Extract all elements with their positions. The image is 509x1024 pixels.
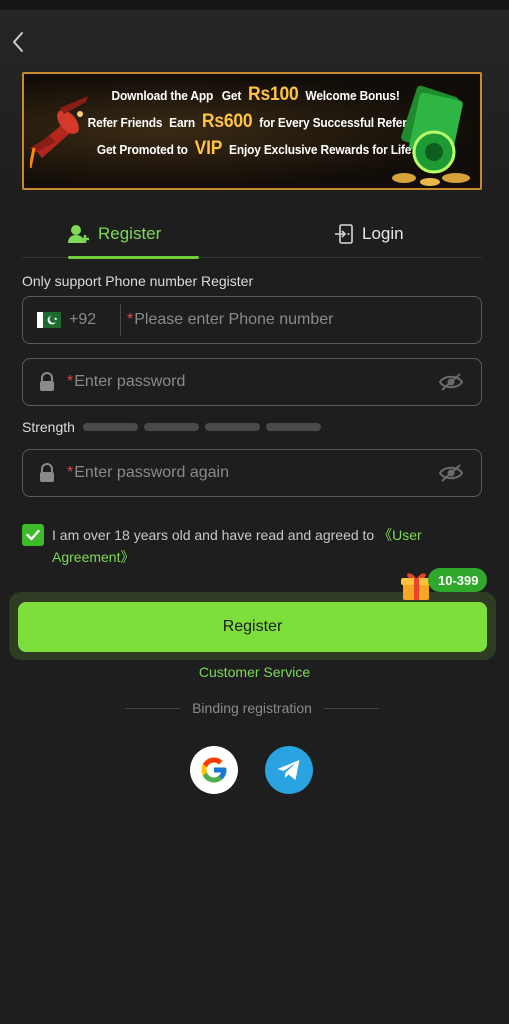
tab-register-label: Register [98, 224, 162, 243]
banner-line-2: Refer Friends Earn Rs600 for Every Succe… [87, 111, 425, 132]
required-mark: * [67, 373, 74, 390]
binding-label: Binding registration [192, 700, 312, 716]
telegram-icon [277, 760, 300, 780]
status-bar [0, 0, 509, 10]
tab-register[interactable]: Register [68, 210, 161, 258]
bonus-badge: 10-399 [428, 568, 488, 592]
required-mark: * [127, 311, 134, 328]
toggle-password-visibility[interactable] [431, 372, 471, 392]
password-strength: Strength [22, 419, 321, 435]
banner-line-1: Download the App Get Rs100 Welcome Bonus… [111, 84, 401, 105]
lock-icon [27, 463, 67, 483]
lock-icon [27, 372, 67, 392]
agreement-text: I am over 18 years old and have read and… [52, 527, 422, 565]
confirm-password-field: * [22, 449, 482, 497]
country-code-selector[interactable]: +92 [23, 304, 121, 336]
tab-login-label: Login [362, 224, 404, 243]
toggle-confirm-password-visibility[interactable] [431, 463, 471, 483]
active-tab-indicator [68, 256, 199, 259]
confirm-password-input[interactable] [74, 464, 431, 482]
strength-bar-2 [143, 423, 199, 431]
banner-line-3: Get Promoted to VIP Enjoy Exclusive Rewa… [96, 138, 416, 159]
phone-input[interactable] [134, 311, 481, 329]
eye-off-icon [438, 464, 464, 482]
chevron-left-icon [13, 32, 23, 52]
country-code: +92 [69, 311, 97, 328]
google-login-button[interactable] [190, 746, 238, 794]
check-icon [26, 529, 40, 541]
customer-service-link[interactable]: Customer Service [0, 664, 509, 680]
money-icon [392, 85, 470, 186]
pakistan-flag-icon [37, 312, 61, 328]
login-door-icon [335, 224, 353, 244]
add-user-icon [68, 225, 89, 243]
register-note: Only support Phone number Register [22, 273, 254, 289]
binding-divider: Binding registration [125, 700, 380, 716]
phone-field: +92 * [22, 296, 482, 344]
required-mark: * [67, 464, 74, 481]
agreement-row: I am over 18 years old and have read and… [22, 524, 462, 568]
banner-text: Download the App Get Rs100 Welcome Bonus… [86, 84, 426, 160]
auth-tabs: Register Login [22, 210, 482, 259]
back-button[interactable] [4, 26, 32, 58]
strength-bar-4 [265, 423, 321, 431]
divider-line [125, 707, 181, 709]
strength-bar-3 [204, 423, 260, 431]
register-button[interactable]: Register [18, 602, 487, 652]
strength-label: Strength [22, 419, 75, 435]
telegram-login-button[interactable] [265, 746, 313, 794]
agreement-checkbox[interactable] [22, 524, 44, 546]
promo-banner[interactable]: Download the App Get Rs100 Welcome Bonus… [22, 72, 482, 190]
strength-bar-1 [82, 423, 138, 431]
google-icon [201, 757, 227, 783]
tab-login[interactable]: Login [334, 210, 404, 258]
password-field: * [22, 358, 482, 406]
divider-line [323, 707, 380, 709]
eye-off-icon [438, 373, 464, 391]
password-input[interactable] [74, 373, 431, 391]
